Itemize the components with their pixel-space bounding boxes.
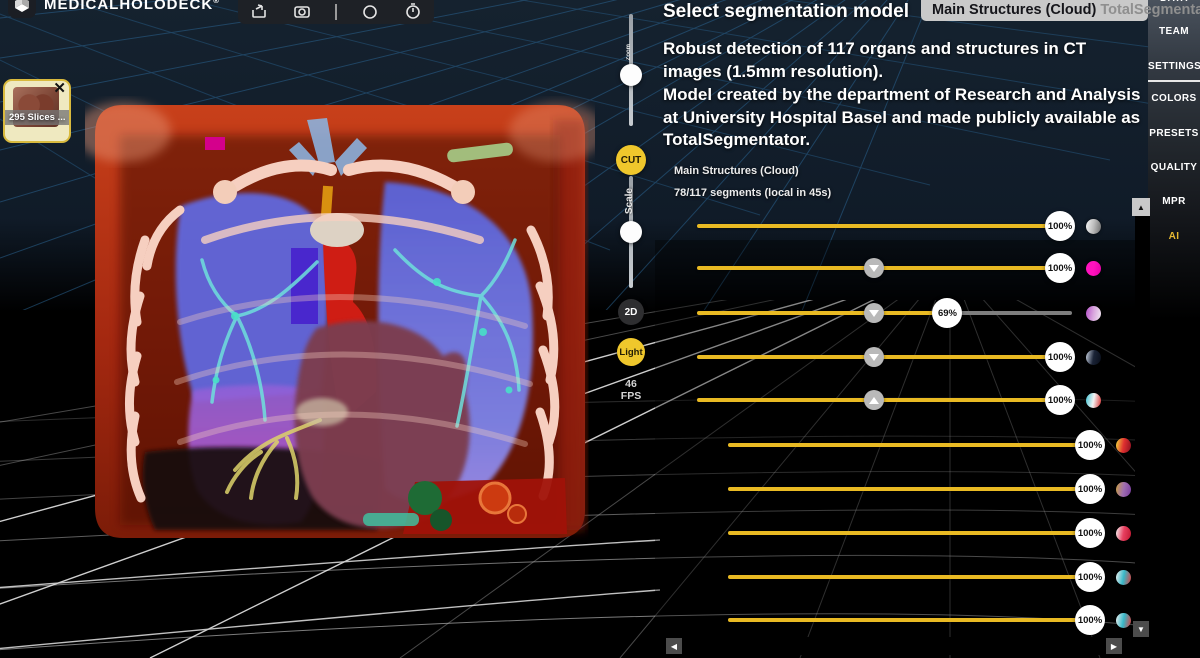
- scroll-down-button[interactable]: ▼: [1133, 621, 1149, 637]
- chevron-up-icon: [869, 397, 879, 404]
- scale-slider-knob[interactable]: [620, 221, 642, 243]
- scale-slider-label: Scale: [624, 188, 635, 214]
- model-description-2: Model created by the department of Resea…: [663, 84, 1147, 152]
- horizontal-scrollbar-track[interactable]: [660, 637, 1124, 655]
- opacity-badge[interactable]: 100%: [1045, 342, 1075, 372]
- sidebar-item-mpr[interactable]: MPR: [1148, 196, 1200, 207]
- fps-value: 46: [615, 378, 647, 390]
- segment-slider-track[interactable]: [697, 311, 947, 315]
- opacity-badge[interactable]: 100%: [1075, 518, 1105, 548]
- timer-icon[interactable]: [404, 2, 422, 20]
- fps-unit: FPS: [615, 390, 647, 402]
- app-title: MEDICALHOLODECK®: [44, 0, 220, 13]
- top-toolbar: [238, 0, 434, 24]
- opacity-badge[interactable]: 100%: [1075, 474, 1105, 504]
- 2d-button[interactable]: 2D: [618, 299, 644, 325]
- chevron-down-icon: [869, 265, 879, 272]
- opacity-badge[interactable]: 100%: [1075, 430, 1105, 460]
- color-swatch[interactable]: [1086, 261, 1101, 276]
- zoom-slider-label: Zoom: [626, 44, 632, 60]
- panel-title: Select segmentation model: [663, 1, 909, 23]
- cut-button[interactable]: CUT: [616, 145, 646, 175]
- opacity-badge[interactable]: 100%: [1045, 253, 1075, 283]
- light-button[interactable]: Light: [617, 338, 645, 366]
- sidebar-item-data[interactable]: DATA: [1148, 0, 1200, 4]
- sidebar-item-team[interactable]: TEAM: [1148, 26, 1200, 37]
- color-swatch[interactable]: [1116, 482, 1131, 497]
- opacity-badge[interactable]: 100%: [1075, 562, 1105, 592]
- segment-slider-track[interactable]: [728, 575, 1090, 579]
- scroll-up-button[interactable]: ▲: [1132, 198, 1150, 216]
- color-swatch[interactable]: [1086, 306, 1101, 321]
- color-swatch[interactable]: [1116, 526, 1131, 541]
- chevron-down-icon: [869, 354, 879, 361]
- camera-icon[interactable]: [293, 2, 311, 20]
- segment-slider-track[interactable]: [728, 443, 1090, 447]
- segment-group-expander[interactable]: [864, 303, 884, 323]
- segments-info-label: 78/117 segments (local in 45s): [674, 187, 831, 199]
- segment-group-expander[interactable]: [864, 347, 884, 367]
- app-logo: MEDICALHOLODECK®: [8, 0, 220, 18]
- opacity-badge[interactable]: 100%: [1045, 211, 1075, 241]
- segment-slider-track-remainder[interactable]: [947, 311, 1072, 315]
- sidebar-divider: [1148, 80, 1200, 82]
- segment-slider-track[interactable]: [728, 531, 1090, 535]
- export-icon[interactable]: [250, 2, 268, 20]
- model-dropdown-selected: Main Structures (Cloud): [932, 2, 1096, 18]
- color-swatch[interactable]: [1086, 393, 1101, 408]
- app-window: MEDICALHOLODECK® ✕ 295 Slices ... Zoom C…: [0, 0, 1200, 658]
- scroll-left-button[interactable]: ◀: [666, 638, 682, 654]
- sidebar-item-colors[interactable]: COLORS: [1148, 93, 1200, 104]
- segment-group-expander[interactable]: [864, 258, 884, 278]
- opacity-badge[interactable]: 100%: [1075, 605, 1105, 635]
- color-swatch[interactable]: [1086, 219, 1101, 234]
- color-swatch[interactable]: [1116, 438, 1131, 453]
- model-dropdown-suffix: TotalSegmentator: [1096, 2, 1200, 18]
- sidebar-item-ai[interactable]: AI: [1148, 231, 1200, 242]
- segment-slider-track[interactable]: [728, 618, 1090, 622]
- segment-group-expander[interactable]: [864, 390, 884, 410]
- record-icon[interactable]: [361, 2, 379, 20]
- dataset-thumbnail[interactable]: ✕ 295 Slices ...: [3, 79, 71, 143]
- sidebar-item-presets[interactable]: PRESETS: [1148, 128, 1200, 139]
- close-icon[interactable]: ✕: [53, 81, 66, 96]
- model-description-1: Robust detection of 117 organs and struc…: [663, 38, 1147, 83]
- scroll-right-button[interactable]: ▶: [1106, 638, 1122, 654]
- color-swatch[interactable]: [1116, 570, 1131, 585]
- segment-slider-track[interactable]: [728, 487, 1090, 491]
- color-swatch[interactable]: [1116, 613, 1131, 628]
- vertical-scrollbar-track[interactable]: [1135, 200, 1150, 638]
- segment-slider-track[interactable]: [697, 224, 1060, 228]
- dataset-thumbnail-label: 295 Slices ...: [5, 110, 69, 125]
- ct-volume-render[interactable]: [85, 90, 595, 550]
- toolbar-divider: [335, 4, 337, 20]
- sidebar-item-settings[interactable]: SETTINGS: [1148, 61, 1200, 72]
- opacity-badge[interactable]: 100%: [1045, 385, 1075, 415]
- model-name-label: Main Structures (Cloud): [674, 165, 799, 177]
- sidebar-item-quality[interactable]: QUALITY: [1148, 162, 1200, 173]
- zoom-slider-knob[interactable]: [620, 64, 642, 86]
- color-swatch[interactable]: [1086, 350, 1101, 365]
- fps-indicator: 46 FPS: [615, 378, 647, 402]
- app-logo-icon: [8, 0, 36, 18]
- chevron-down-icon: [869, 310, 879, 317]
